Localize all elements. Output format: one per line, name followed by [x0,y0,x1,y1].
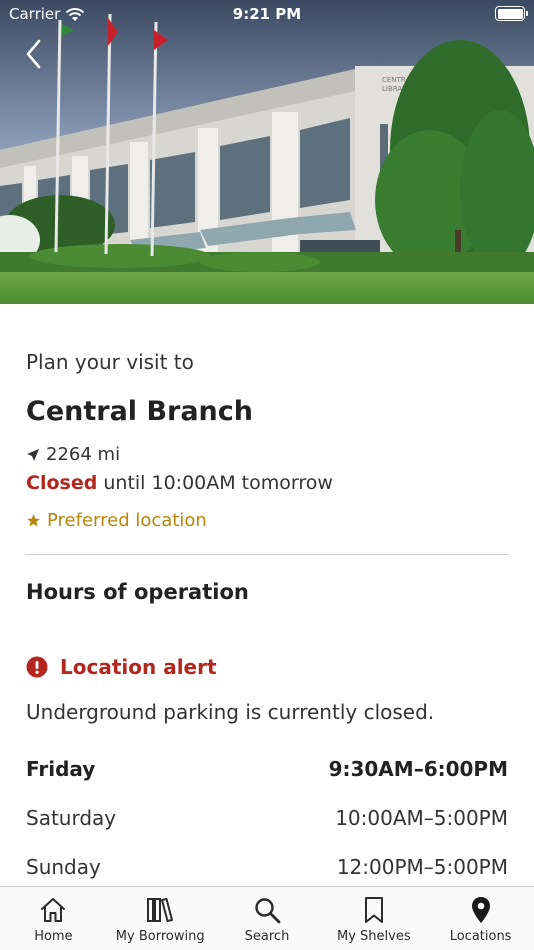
status-bar: Carrier 9:21 PM [0,0,534,28]
hours-title: Hours of operation [26,580,249,604]
tab-my-shelves[interactable]: My Shelves [320,887,427,950]
hours-table: Friday 9:30AM–6:00PM Saturday 10:00AM–5:… [26,757,508,904]
day-label: Friday [26,757,96,781]
star-icon [27,514,40,527]
tab-home[interactable]: Home [0,887,107,950]
tab-locations[interactable]: Locations [427,887,534,950]
battery-icon [495,6,528,21]
preferred-label: Preferred location [47,510,207,531]
tab-my-borrowing[interactable]: My Borrowing [107,887,214,950]
tab-label: Home [34,929,73,944]
tab-label: My Shelves [336,929,411,944]
plan-visit-label: Plan your visit to [26,350,194,374]
back-button[interactable] [20,36,50,72]
map-pin-icon [471,897,490,923]
hours-row: Saturday 10:00AM–5:00PM [26,806,508,855]
home-icon [41,898,66,922]
chevron-left-icon [26,39,41,69]
open-status: Closed until 10:00AM tomorrow [26,472,333,494]
hours-value: 9:30AM–6:00PM [328,757,508,781]
location-alert: Location alert [26,655,217,679]
day-label: Saturday [26,806,117,830]
wifi-icon [66,7,85,21]
books-icon [147,898,174,922]
carrier-label: Carrier [9,5,61,23]
hours-value: 10:00AM–5:00PM [335,806,508,830]
tab-label: Search [244,929,290,944]
carrier-indicator: Carrier [9,5,85,23]
tab-label: Locations [449,929,512,944]
search-icon [255,898,281,924]
hours-row: Friday 9:30AM–6:00PM [26,757,508,806]
distance-row: 2264 mi [26,444,120,465]
status-badge: Closed [26,472,98,494]
branch-name: Central Branch [26,396,254,427]
status-detail: until 10:00AM tomorrow [103,472,333,494]
location-arrow-icon [27,448,39,461]
branch-photo: CENTRAL LIBRARY [0,0,534,304]
preferred-location[interactable]: Preferred location [26,510,207,531]
tab-bar: Home My Borrowing Search My Shelves Loca… [0,886,534,950]
tab-label: My Borrowing [115,929,205,944]
alert-title: Location alert [60,655,217,679]
distance-value: 2264 mi [46,444,121,465]
alert-icon [26,656,48,678]
tab-search[interactable]: Search [214,887,321,950]
bookmark-icon [364,897,383,923]
divider [26,554,508,555]
alert-message: Underground parking is currently closed. [26,700,435,724]
